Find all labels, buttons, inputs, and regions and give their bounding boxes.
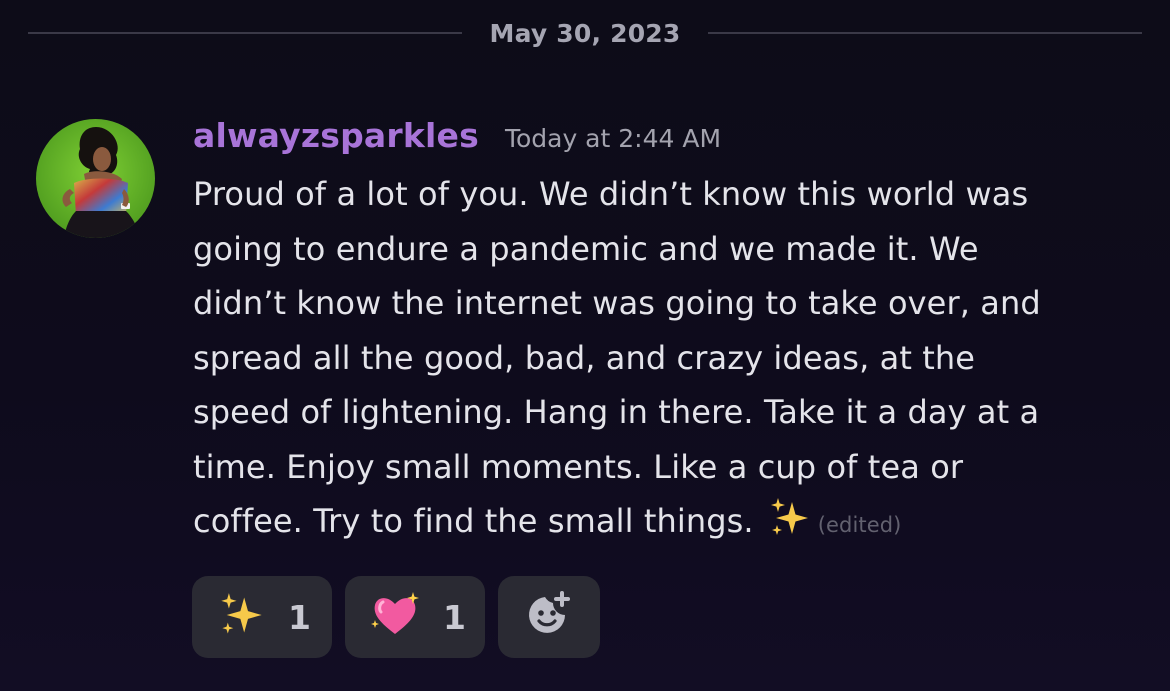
add-reaction-icon	[523, 589, 575, 645]
sparkles-emoji-icon[interactable]	[768, 496, 812, 557]
reaction-sparkles[interactable]: 1	[192, 576, 332, 658]
message-line: speed of lightening. Hang in there. Take…	[193, 393, 1040, 431]
message-last-line: coffee. Try to find the small things. (ed…	[193, 494, 1143, 557]
message-line: didn’t know the internet was going to ta…	[193, 284, 1041, 322]
message-line: Proud of a lot of you. We didn’t know th…	[193, 175, 1029, 213]
edited-label: (edited)	[817, 513, 902, 537]
sparkling-heart-emoji-icon	[369, 590, 421, 644]
message-timestamp[interactable]: Today at 2:44 AM	[505, 124, 721, 153]
date-divider-label: May 30, 2023	[489, 18, 681, 48]
date-divider: May 30, 2023	[28, 8, 1143, 58]
sparkles-emoji-icon	[218, 591, 266, 643]
add-reaction-button[interactable]	[498, 576, 600, 658]
author-username[interactable]: alwayzsparkles	[193, 116, 479, 155]
message-line: coffee. Try to find the small things.	[193, 502, 754, 540]
message-line: going to endure a pandemic and we made i…	[193, 229, 979, 268]
message-line: spread all the good, bad, and crazy idea…	[193, 338, 976, 377]
avatar[interactable]	[36, 119, 155, 238]
reaction-sparkling-heart[interactable]: 1	[345, 576, 485, 658]
message-header: alwayzsparkles Today at 2:44 AM	[193, 116, 721, 162]
message-line: time. Enjoy small moments. Like a cup of…	[193, 447, 964, 486]
divider-line-right	[708, 32, 1143, 34]
message-content: Proud of a lot of you. We didn’t know th…	[193, 167, 1143, 557]
reaction-count: 1	[443, 597, 466, 637]
divider-line-left	[28, 32, 462, 34]
reactions-bar: 1 1	[192, 576, 600, 658]
reaction-count: 1	[288, 597, 311, 637]
